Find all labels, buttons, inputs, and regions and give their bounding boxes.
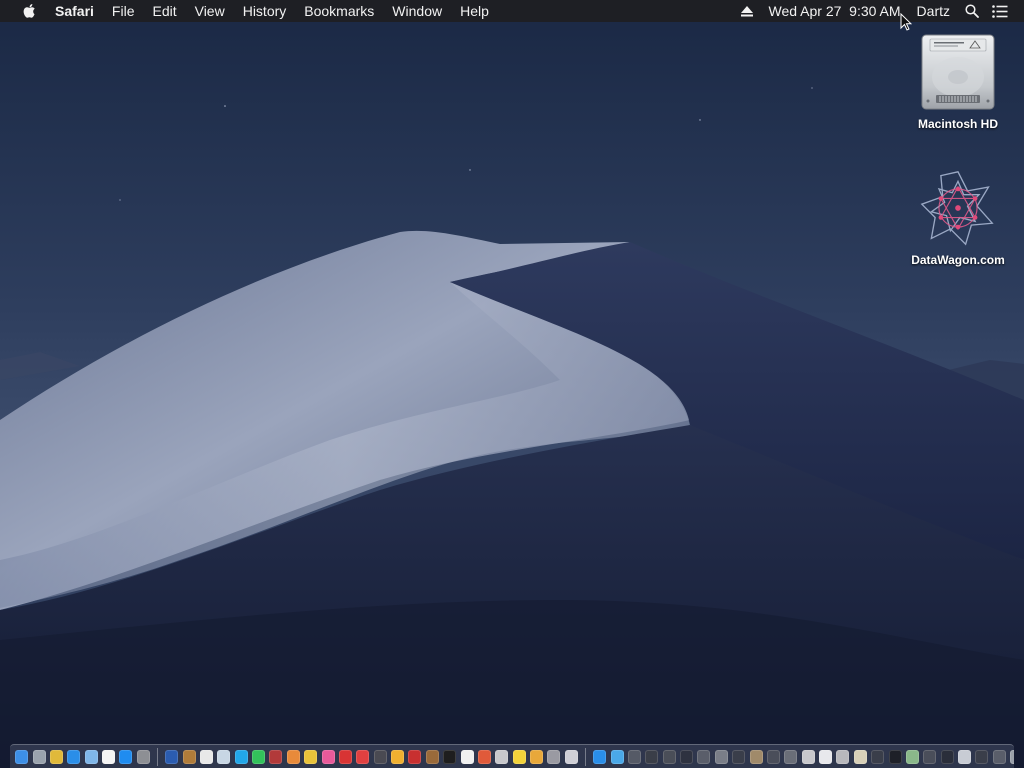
dock-win-15-icon[interactable]	[871, 749, 885, 764]
desktop-icon-macintosh-hd[interactable]: Macintosh HD	[903, 32, 1013, 131]
dock-no-entry-icon[interactable]	[356, 749, 370, 764]
dock-grey-app-icon[interactable]	[547, 749, 561, 764]
dock-win-22-icon[interactable]	[992, 749, 1006, 764]
menu-bookmarks[interactable]: Bookmarks	[295, 0, 383, 22]
dock-win-12-icon[interactable]	[819, 749, 833, 764]
dock-mail-icon[interactable]	[84, 749, 98, 764]
desktop-icon-datawagon[interactable]: DataWagon.com	[903, 168, 1013, 267]
dock-safari-icon[interactable]	[67, 749, 81, 764]
menu-bar-user[interactable]: Dartz	[909, 0, 958, 22]
menu-app-name[interactable]: Safari	[53, 0, 103, 22]
dock-minimized-windows	[591, 749, 1014, 764]
dock-document-grey-icon[interactable]	[495, 749, 509, 764]
menu-bar-clock[interactable]: Wed Apr 27 9:30 AM	[761, 0, 909, 22]
dock-calculator-red-icon[interactable]	[269, 749, 283, 764]
dock-win-4-icon[interactable]	[680, 749, 694, 764]
dock-folder-yellow-icon[interactable]	[304, 749, 318, 764]
dock-win-3-icon[interactable]	[662, 749, 676, 764]
dock-dark-tool-icon[interactable]	[373, 749, 387, 764]
dock-red-app-icon[interactable]	[338, 749, 352, 764]
dock-red-doc-icon[interactable]	[408, 749, 422, 764]
dock-win-20-icon[interactable]	[958, 749, 972, 764]
dock-app-store-right-icon[interactable]	[593, 749, 607, 764]
dock-brown-box-icon[interactable]	[425, 749, 439, 764]
dock-folder-blue-icon[interactable]	[610, 749, 624, 764]
dock-app-store-icon[interactable]	[119, 749, 133, 764]
dock-preview-icon[interactable]	[217, 749, 231, 764]
dock-launchpad-icon[interactable]	[32, 749, 46, 764]
desktop: Safari File Edit View History Bookmarks …	[0, 0, 1024, 768]
dock-emoji-icon[interactable]	[391, 749, 405, 764]
dock	[10, 744, 1014, 768]
dock-notes-brown-icon[interactable]	[182, 749, 196, 764]
menu-help[interactable]: Help	[451, 0, 498, 22]
desktop-icon-label: DataWagon.com	[911, 253, 1005, 267]
menu-edit[interactable]: Edit	[143, 0, 185, 22]
dock-word-icon[interactable]	[165, 749, 179, 764]
dock-messages-icon[interactable]	[252, 749, 266, 764]
dock-win-19-icon[interactable]	[940, 749, 954, 764]
dock-textedit-icon[interactable]	[199, 749, 213, 764]
dock-skype-icon[interactable]	[234, 749, 248, 764]
dock-win-21-icon[interactable]	[975, 749, 989, 764]
dock-win-1-icon[interactable]	[627, 749, 641, 764]
desktop-icon-label: Macintosh HD	[917, 117, 998, 131]
dock-separator	[585, 747, 586, 766]
dock-win-5-icon[interactable]	[697, 749, 711, 764]
dock-win-11-icon[interactable]	[801, 749, 815, 764]
dock-note-yellow-icon[interactable]	[512, 749, 526, 764]
dock-calendar-icon[interactable]	[102, 749, 116, 764]
dock-separator	[157, 747, 158, 766]
dock-terminal-icon[interactable]	[443, 749, 457, 764]
dock-win-9-icon[interactable]	[766, 749, 780, 764]
dock-win-13-icon[interactable]	[836, 749, 850, 764]
dock-white-doc-icon[interactable]	[460, 749, 474, 764]
dock-itunes-icon[interactable]	[321, 749, 335, 764]
dock-win-16-icon[interactable]	[888, 749, 902, 764]
menu-window[interactable]: Window	[383, 0, 451, 22]
menu-history[interactable]: History	[234, 0, 296, 22]
menu-bar-status-area: Wed Apr 27 9:30 AM Dartz	[733, 0, 1024, 22]
dock-win-17-icon[interactable]	[905, 749, 919, 764]
dock-win-14-icon[interactable]	[853, 749, 867, 764]
dock-trash-icon[interactable]	[1010, 749, 1014, 764]
notification-center-icon[interactable]	[986, 0, 1014, 22]
spotlight-search-icon[interactable]	[958, 0, 986, 22]
dock-apps-middle	[163, 749, 580, 764]
dock-win-10-icon[interactable]	[784, 749, 798, 764]
menu-view[interactable]: View	[186, 0, 234, 22]
dock-system-preferences-icon[interactable]	[136, 749, 150, 764]
mojave-night-wallpaper	[0, 0, 1024, 768]
dock-finder-icon[interactable]	[15, 749, 29, 764]
dock-win-8-icon[interactable]	[749, 749, 763, 764]
dock-chrome-icon[interactable]	[49, 749, 63, 764]
mouse-cursor-icon	[900, 13, 912, 31]
dock-cube-icon[interactable]	[477, 749, 491, 764]
datawagon-logo-icon	[918, 168, 998, 248]
dock-win-7-icon[interactable]	[732, 749, 746, 764]
menu-bar: Safari File Edit View History Bookmarks …	[0, 0, 1024, 22]
menu-file[interactable]: File	[103, 0, 144, 22]
hard-drive-icon	[918, 32, 998, 112]
dock-win-2-icon[interactable]	[645, 749, 659, 764]
eject-icon[interactable]	[733, 0, 761, 22]
dock-photos-icon[interactable]	[286, 749, 300, 764]
apple-icon[interactable]	[20, 2, 38, 20]
dock-script-editor-icon[interactable]	[564, 749, 578, 764]
dock-apps	[13, 749, 152, 764]
dock-win-6-icon[interactable]	[714, 749, 728, 764]
dock-win-18-icon[interactable]	[923, 749, 937, 764]
dock-image-capture-icon[interactable]	[530, 749, 544, 764]
